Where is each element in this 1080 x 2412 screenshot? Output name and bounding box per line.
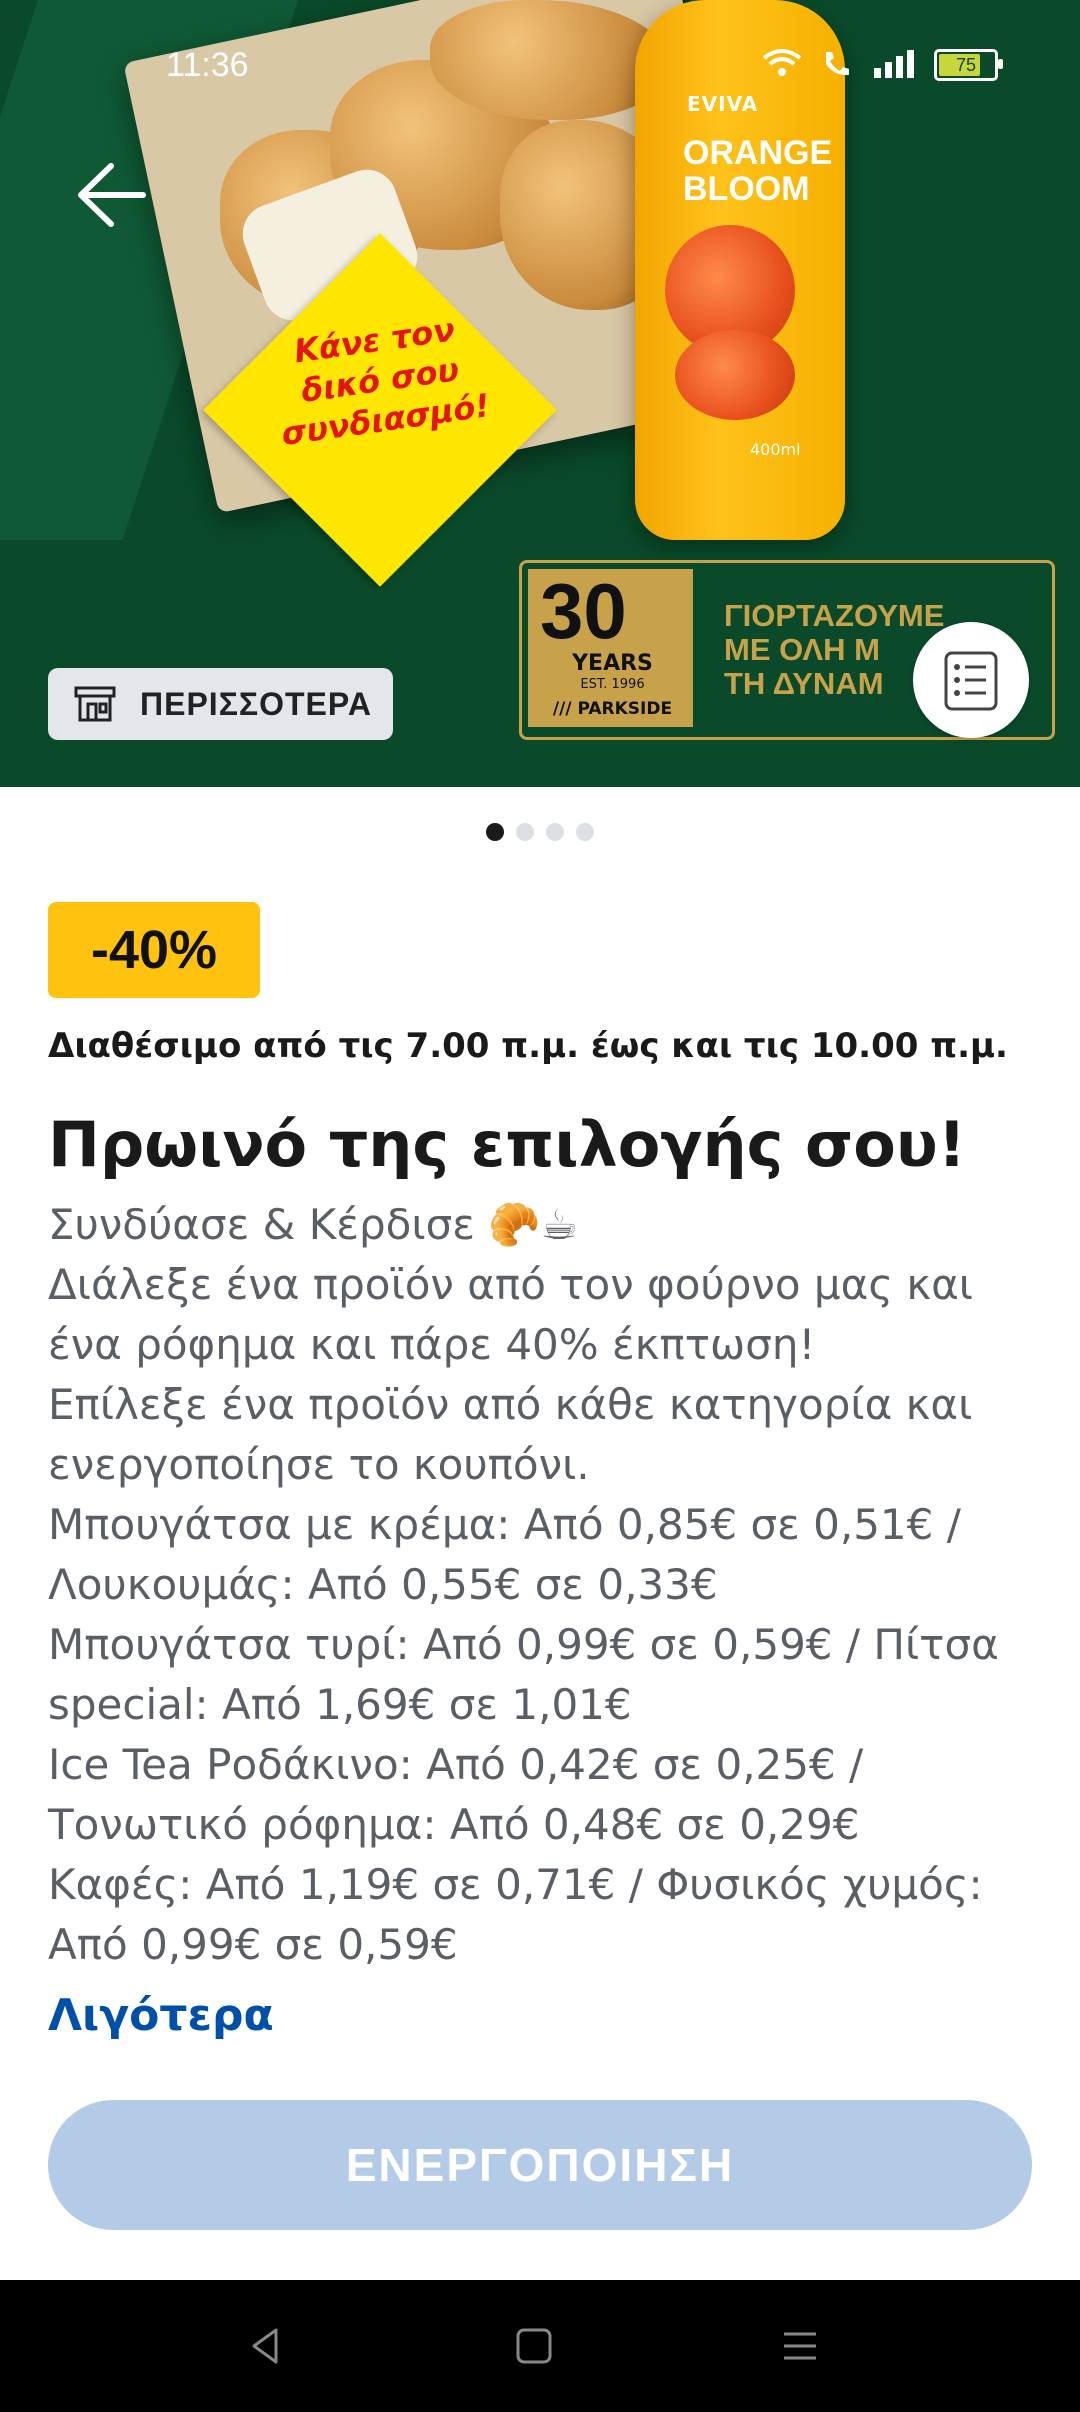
offer-description: Συνδύασε & Κέρδισε 🥐☕ Διάλεξε ένα προϊόν… (48, 1195, 1048, 1975)
wifi-icon (762, 48, 802, 82)
signal-icon (872, 48, 916, 82)
description-line: Ice Tea Ροδάκινο: Από 0,42€ σε 0,25€ / (48, 1740, 864, 1789)
back-button[interactable] (60, 150, 160, 240)
description-line: Τονωτικό ρόφημα: Από 0,48€ σε 0,29€ (48, 1800, 860, 1849)
description-line: Λουκουμάς: Από 0,55€ σε 0,33€ (48, 1560, 718, 1609)
description-line: special: Από 1,69€ σε 1,01€ (48, 1680, 632, 1729)
hero-banner: Κάνε τον δικό σου συνδιασμό! EVIVA ORANG… (0, 0, 1080, 787)
description-line: Μπουγάτσα με κρέμα: Από 0,85€ σε 0,51€ / (48, 1500, 961, 1549)
carousel-dot[interactable] (546, 823, 564, 841)
more-info-button[interactable]: ΠΕΡΙΣΣΟΤΕΡΑ (48, 668, 393, 740)
nav-menu-button[interactable] (770, 2316, 830, 2376)
offer-title: Πρωινό της επιλογής σου! (48, 1108, 967, 1181)
show-less-link[interactable]: Λιγότερα (48, 1990, 274, 2041)
description-line: Μπουγάτσα τυρί: Από 0,99€ σε 0,59€ / Πίτ… (48, 1620, 999, 1669)
nav-back-button[interactable] (236, 2316, 296, 2376)
availability-text: Διαθέσιμο από τις 7.00 π.μ. έως και τις … (48, 1026, 1008, 1066)
description-line: Συνδύασε & Κέρδισε 🥐☕ (48, 1200, 579, 1249)
status-icons: 75 (762, 48, 1003, 82)
battery-icon: 75 (934, 49, 1003, 81)
carousel-dot[interactable] (576, 823, 594, 841)
bottle-brand: EVIVA (687, 92, 759, 116)
list-icon (944, 651, 998, 711)
square-home-icon (516, 2328, 552, 2364)
discount-badge: -40% (48, 902, 260, 998)
description-line: ένα ρόφημα και πάρε 40% έκπτωση! (48, 1320, 816, 1369)
nav-home-button[interactable] (504, 2316, 564, 2376)
description-line: Καφές: Από 1,19€ σε 0,71€ / Φυσικός χυμό… (48, 1860, 983, 1909)
activate-coupon-button[interactable]: ΕΝΕΡΓΟΠΟΙΗΣΗ (48, 2100, 1032, 2230)
carousel-dot[interactable] (516, 823, 534, 841)
menu-icon (784, 2332, 816, 2360)
description-line: ενεργοποίησε το κουπόνι. (48, 1440, 590, 1489)
description-line: Επίλεξε ένα προϊόν από κάθε κατηγορία κα… (48, 1380, 973, 1429)
shopping-list-button[interactable] (913, 622, 1029, 738)
description-line: Από 0,99€ σε 0,59€ (48, 1920, 458, 1969)
call-icon (820, 48, 854, 82)
carousel-dot[interactable] (486, 823, 504, 841)
more-info-label: ΠΕΡΙΣΣΟΤΕΡΑ (140, 685, 372, 722)
store-icon (74, 686, 116, 722)
orange-slice-image (675, 330, 795, 420)
bottle-volume: 400ml (750, 440, 801, 459)
anniversary-badge: 30 YEARS EST. 1996 /// PARKSIDE (528, 569, 693, 727)
carousel-indicator (0, 823, 1080, 841)
bottle-name: ORANGE BLOOM (683, 134, 833, 208)
status-time: 11:36 (166, 46, 249, 84)
triangle-back-icon (252, 2328, 278, 2364)
system-navigation-bar (0, 2280, 1080, 2412)
description-line: Διάλεξε ένα προϊόν από τον φούρνο μας κα… (48, 1260, 973, 1309)
arrow-left-icon (78, 163, 146, 227)
